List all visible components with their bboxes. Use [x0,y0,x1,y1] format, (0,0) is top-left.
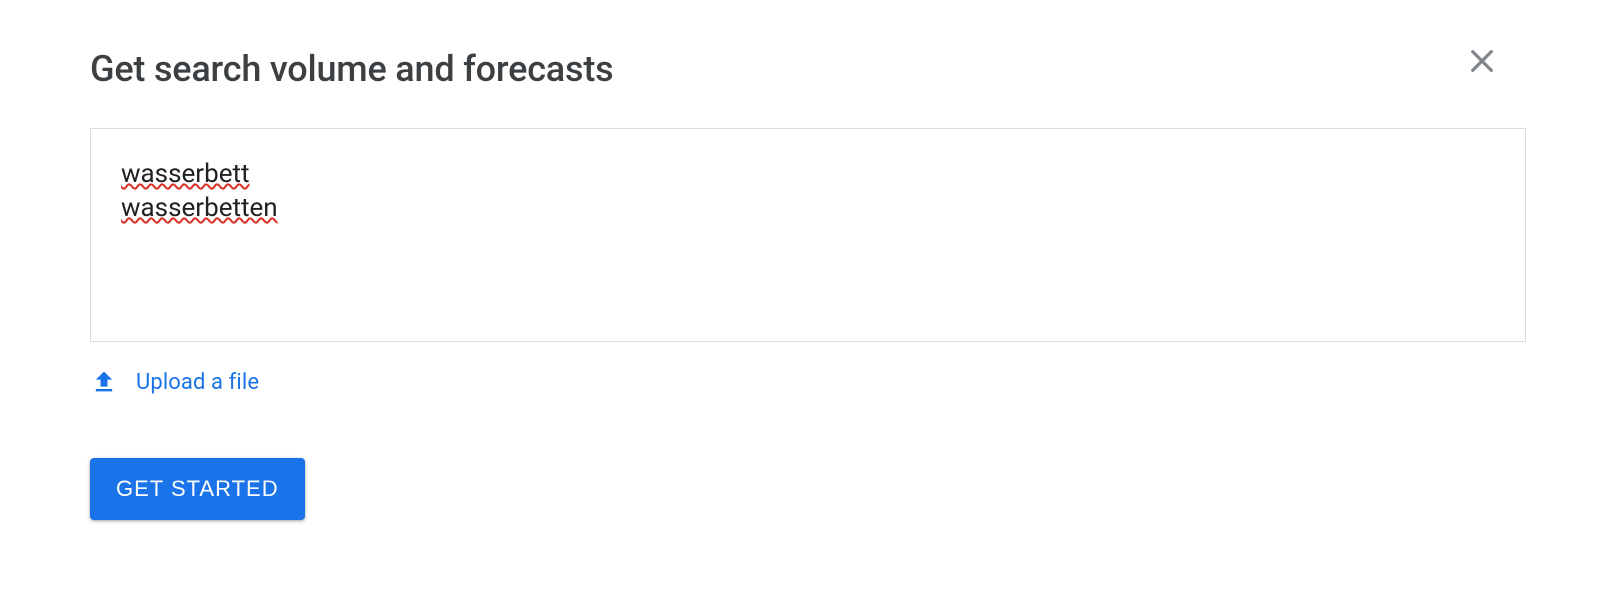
page-title: Get search volume and forecasts [90,48,613,90]
keywords-input[interactable]: wasserbett wasserbetten [90,128,1526,342]
upload-file-label: Upload a file [136,370,259,395]
upload-icon [90,368,118,396]
get-started-button[interactable]: GET STARTED [90,458,305,520]
upload-file-link[interactable]: Upload a file [90,368,1526,396]
keyword-line: wasserbett [121,157,250,191]
close-icon [1466,45,1498,80]
keyword-line: wasserbetten [121,191,278,225]
close-button[interactable] [1464,44,1500,80]
